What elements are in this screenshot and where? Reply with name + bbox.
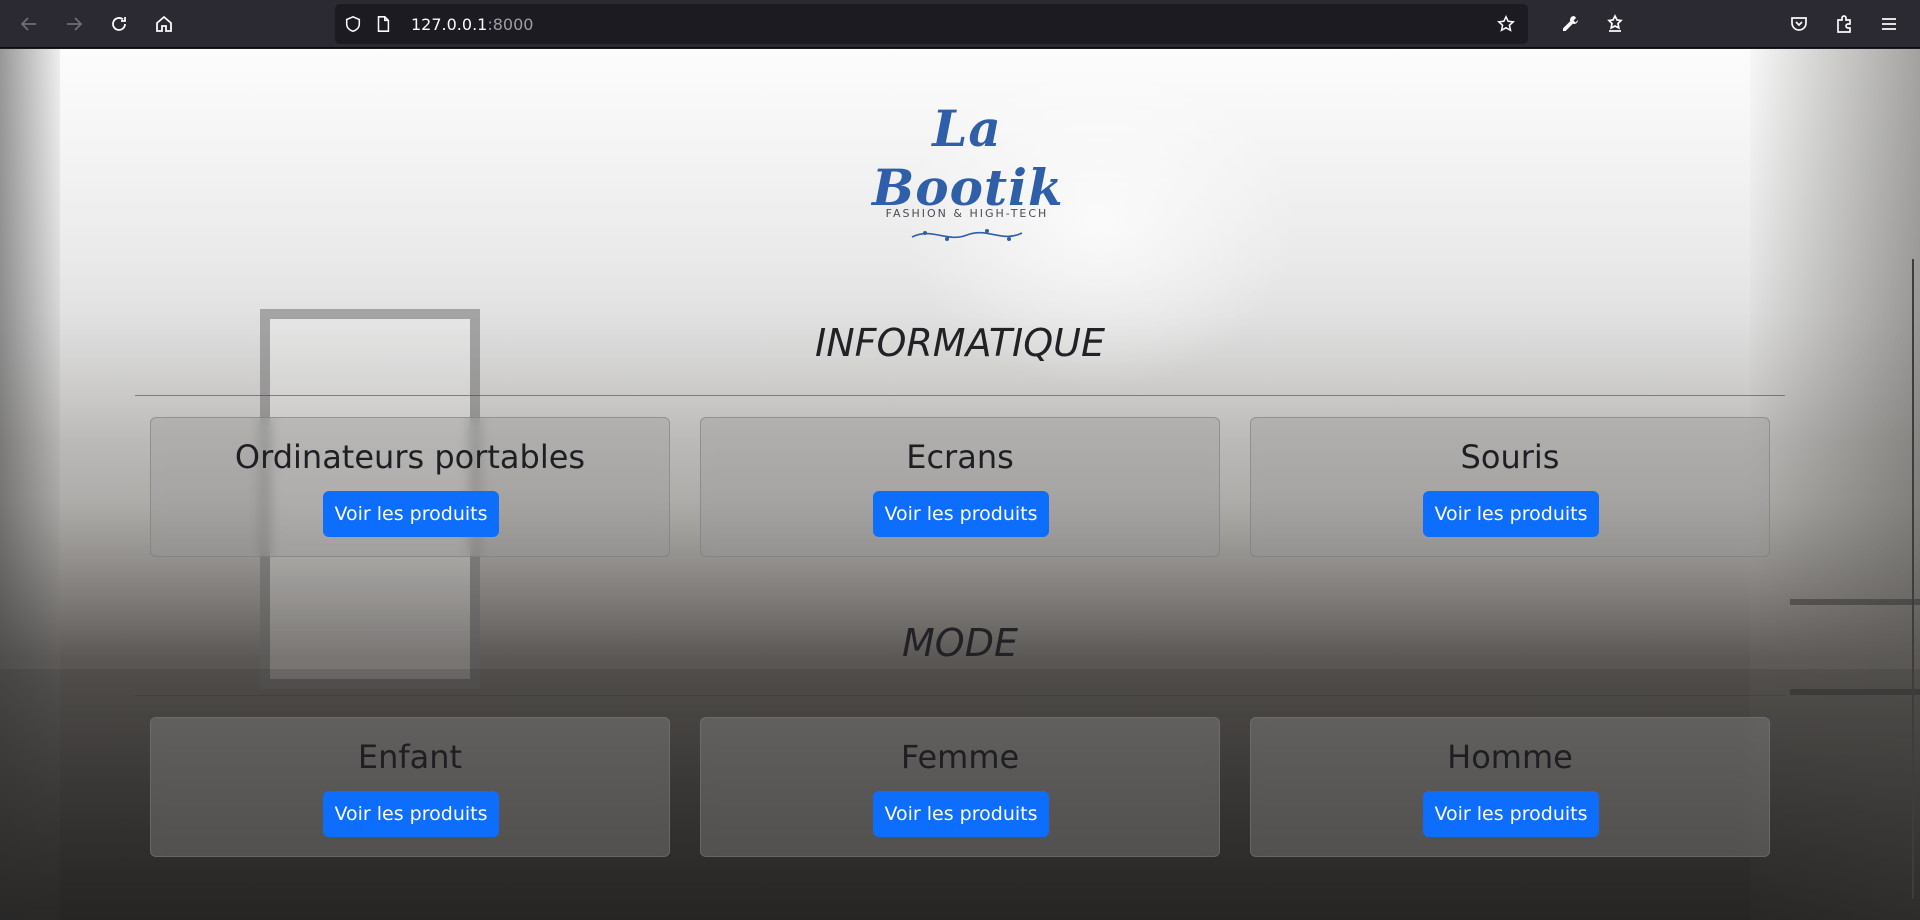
category-card-ecrans: Ecrans Voir les produits <box>700 417 1220 557</box>
logo-tagline: FASHION & HIGH-TECH <box>885 207 1049 220</box>
page-content: La Bootik FASHION & HIGH-TECH INFORMATIQ… <box>0 49 1920 920</box>
card-title: Ordinateurs portables <box>234 438 586 476</box>
card-title: Enfant <box>357 738 463 776</box>
menu-icon[interactable] <box>1872 7 1906 41</box>
bookmark-star-icon[interactable] <box>1496 14 1516 34</box>
reload-icon[interactable] <box>102 7 136 41</box>
pocket-icon[interactable] <box>1782 7 1816 41</box>
card-title: Femme <box>900 738 1020 776</box>
card-title: Ecrans <box>906 438 1014 476</box>
section-title-mode: MODE <box>902 621 1018 665</box>
category-card-ordinateurs-portables: Ordinateurs portables Voir les produits <box>150 417 670 557</box>
voir-les-produits-button[interactable]: Voir les produits <box>1423 791 1599 837</box>
category-card-souris: Souris Voir les produits <box>1250 417 1770 557</box>
category-card-enfant: Enfant Voir les produits <box>150 717 670 857</box>
category-card-femme: Femme Voir les produits <box>700 717 1220 857</box>
shield-icon[interactable] <box>343 14 363 34</box>
browser-toolbar: 127.0.0.1:8000 <box>0 0 1920 48</box>
url-bar[interactable]: 127.0.0.1:8000 <box>335 4 1528 44</box>
extensions-icon[interactable] <box>1827 7 1861 41</box>
logo-script: La Bootik <box>872 99 1064 217</box>
page-icon[interactable] <box>373 14 393 34</box>
page-scrollbar[interactable] <box>1912 259 1914 899</box>
section-title-informatique: INFORMATIQUE <box>815 321 1105 365</box>
card-title: Homme <box>1447 738 1573 776</box>
logo-ornament-icon <box>911 229 1023 241</box>
background-shelf <box>1790 689 1920 695</box>
background-shelf <box>1790 599 1920 605</box>
voir-les-produits-button[interactable]: Voir les produits <box>1423 491 1599 537</box>
voir-les-produits-button[interactable]: Voir les produits <box>873 491 1049 537</box>
voir-les-produits-button[interactable]: Voir les produits <box>323 791 499 837</box>
home-icon[interactable] <box>147 7 181 41</box>
voir-les-produits-button[interactable]: Voir les produits <box>323 491 499 537</box>
reader-icon[interactable] <box>1598 7 1632 41</box>
site-logo[interactable]: La Bootik FASHION & HIGH-TECH <box>872 99 1064 241</box>
section-divider <box>135 395 1785 396</box>
back-arrow-icon[interactable] <box>12 7 46 41</box>
card-title: Souris <box>1460 438 1560 476</box>
url-text[interactable]: 127.0.0.1:8000 <box>411 15 533 34</box>
url-host: 127.0.0.1 <box>411 15 488 34</box>
voir-les-produits-button[interactable]: Voir les produits <box>873 791 1049 837</box>
forward-arrow-icon[interactable] <box>57 7 91 41</box>
category-card-homme: Homme Voir les produits <box>1250 717 1770 857</box>
wrench-icon[interactable] <box>1553 7 1587 41</box>
url-port: :8000 <box>487 15 534 34</box>
section-divider <box>135 695 1785 696</box>
